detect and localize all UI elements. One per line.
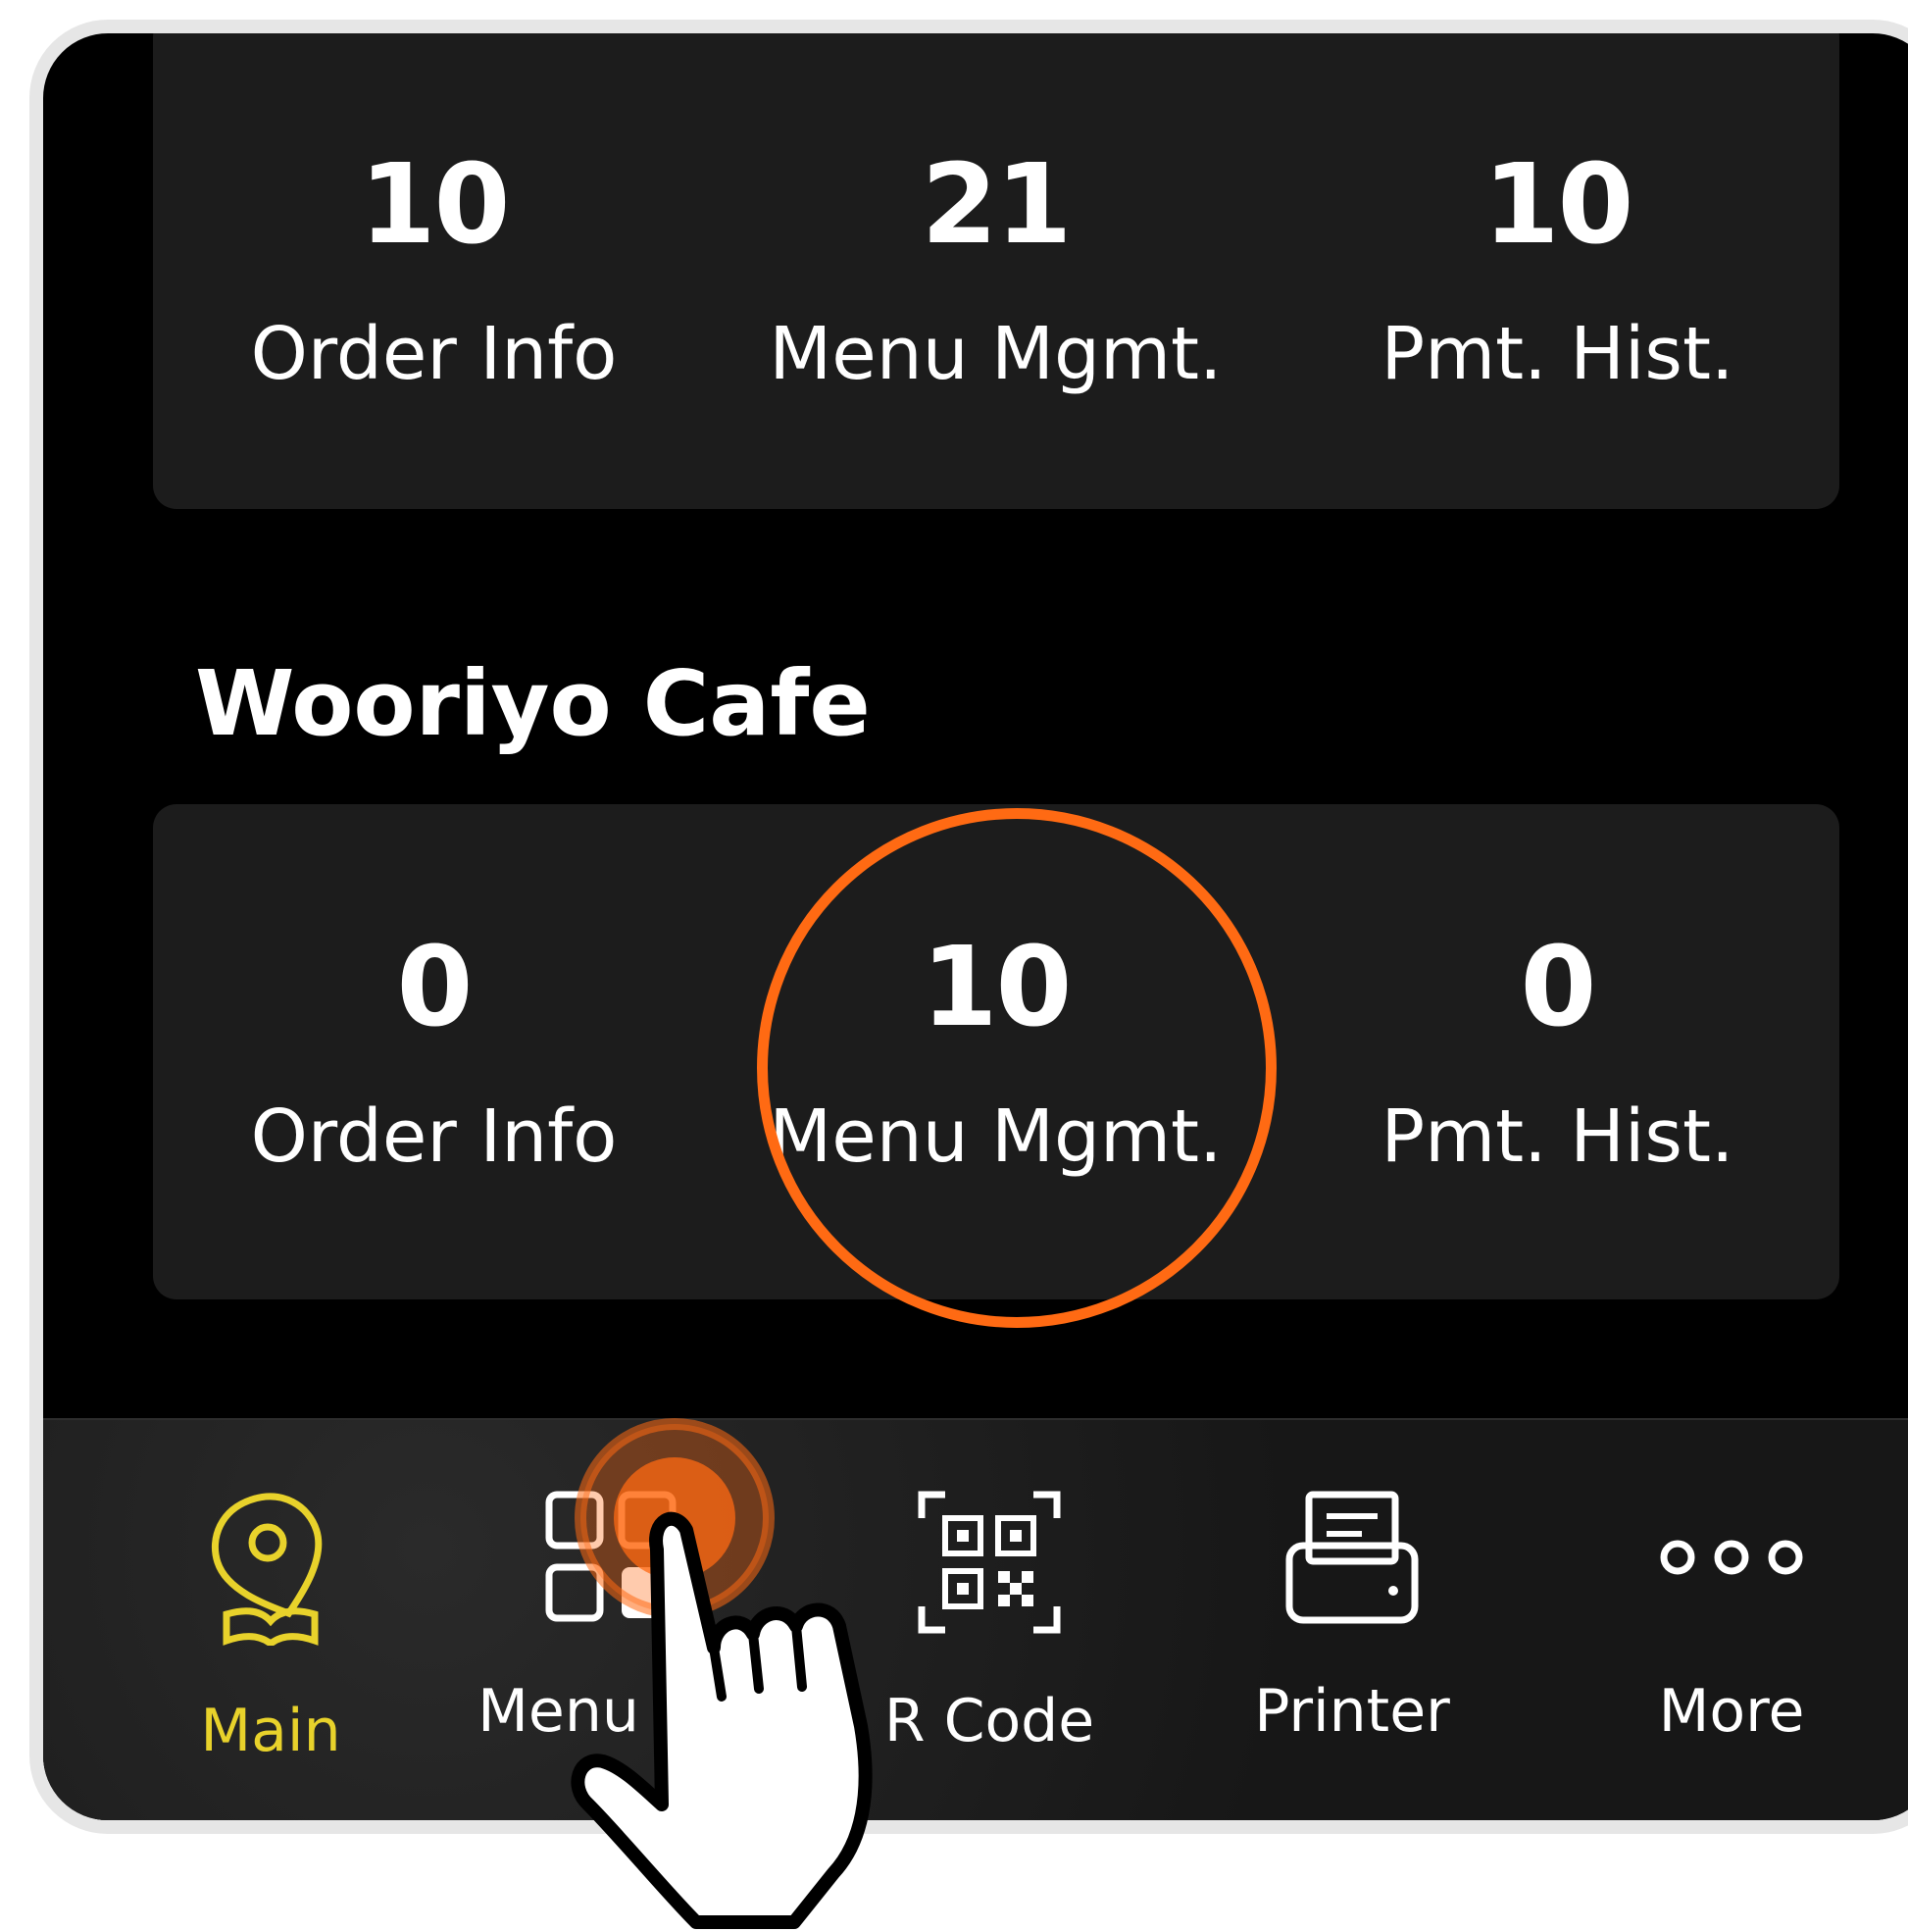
stat-value: 10 <box>921 924 1073 1051</box>
tab-main[interactable]: Main <box>124 1489 418 1765</box>
stat-label: Order Info <box>250 312 618 396</box>
phone-screen: 10 Order Info 21 Menu Mgmt. 10 Pmt. Hist… <box>29 20 1908 1834</box>
tab-label: More <box>1658 1677 1805 1746</box>
stat-pmt-hist[interactable]: 0 Pmt. Hist. <box>1277 924 1838 1179</box>
tab-printer[interactable]: Printer <box>1205 1489 1499 1746</box>
cafe-name-heading: Wooriyo Cafe <box>195 651 871 756</box>
stat-label: Pmt. Hist. <box>1381 312 1734 396</box>
stats-card-cafe: 0 Order Info 10 Menu Mgmt. 0 Pmt. Hist. <box>153 804 1839 1299</box>
stat-label: Menu Mgmt. <box>769 1094 1223 1179</box>
tab-menu-mgmt[interactable]: Menu Mg <box>465 1489 759 1746</box>
stat-label: Pmt. Hist. <box>1381 1094 1734 1179</box>
stat-label: Order Info <box>250 1094 618 1179</box>
map-pin-book-icon <box>211 1493 323 1646</box>
stat-menu-mgmt[interactable]: 10 Menu Mgmt. <box>715 924 1277 1179</box>
stat-order-info[interactable]: 0 Order Info <box>153 924 715 1179</box>
stat-pmt-hist[interactable]: 10 Pmt. Hist. <box>1277 141 1838 396</box>
tab-qr-code[interactable]: R Code <box>842 1489 1136 1755</box>
tab-more[interactable]: More <box>1584 1489 1879 1746</box>
stat-value: 21 <box>921 141 1073 269</box>
printer-icon <box>1285 1491 1419 1624</box>
stat-value: 0 <box>396 924 474 1051</box>
stat-value: 10 <box>359 141 511 269</box>
bottom-tab-bar: Main Menu Mg R Code Printer More <box>43 1418 1908 1820</box>
tab-label: Printer <box>1254 1677 1450 1746</box>
tab-label: Main <box>200 1697 341 1765</box>
stat-value: 0 <box>1520 924 1597 1051</box>
stat-value: 10 <box>1482 141 1634 269</box>
menu-grid-add-icon <box>545 1491 677 1622</box>
stat-order-info[interactable]: 10 Order Info <box>153 141 715 396</box>
more-dots-icon <box>1660 1540 1803 1575</box>
stat-menu-mgmt[interactable]: 21 Menu Mgmt. <box>715 141 1277 396</box>
tab-label: R Code <box>883 1687 1095 1755</box>
qr-code-icon <box>918 1491 1061 1634</box>
stat-label: Menu Mgmt. <box>769 312 1223 396</box>
tab-label: Menu Mg <box>477 1677 746 1746</box>
stats-card-overall: 10 Order Info 21 Menu Mgmt. 10 Pmt. Hist… <box>153 33 1839 509</box>
